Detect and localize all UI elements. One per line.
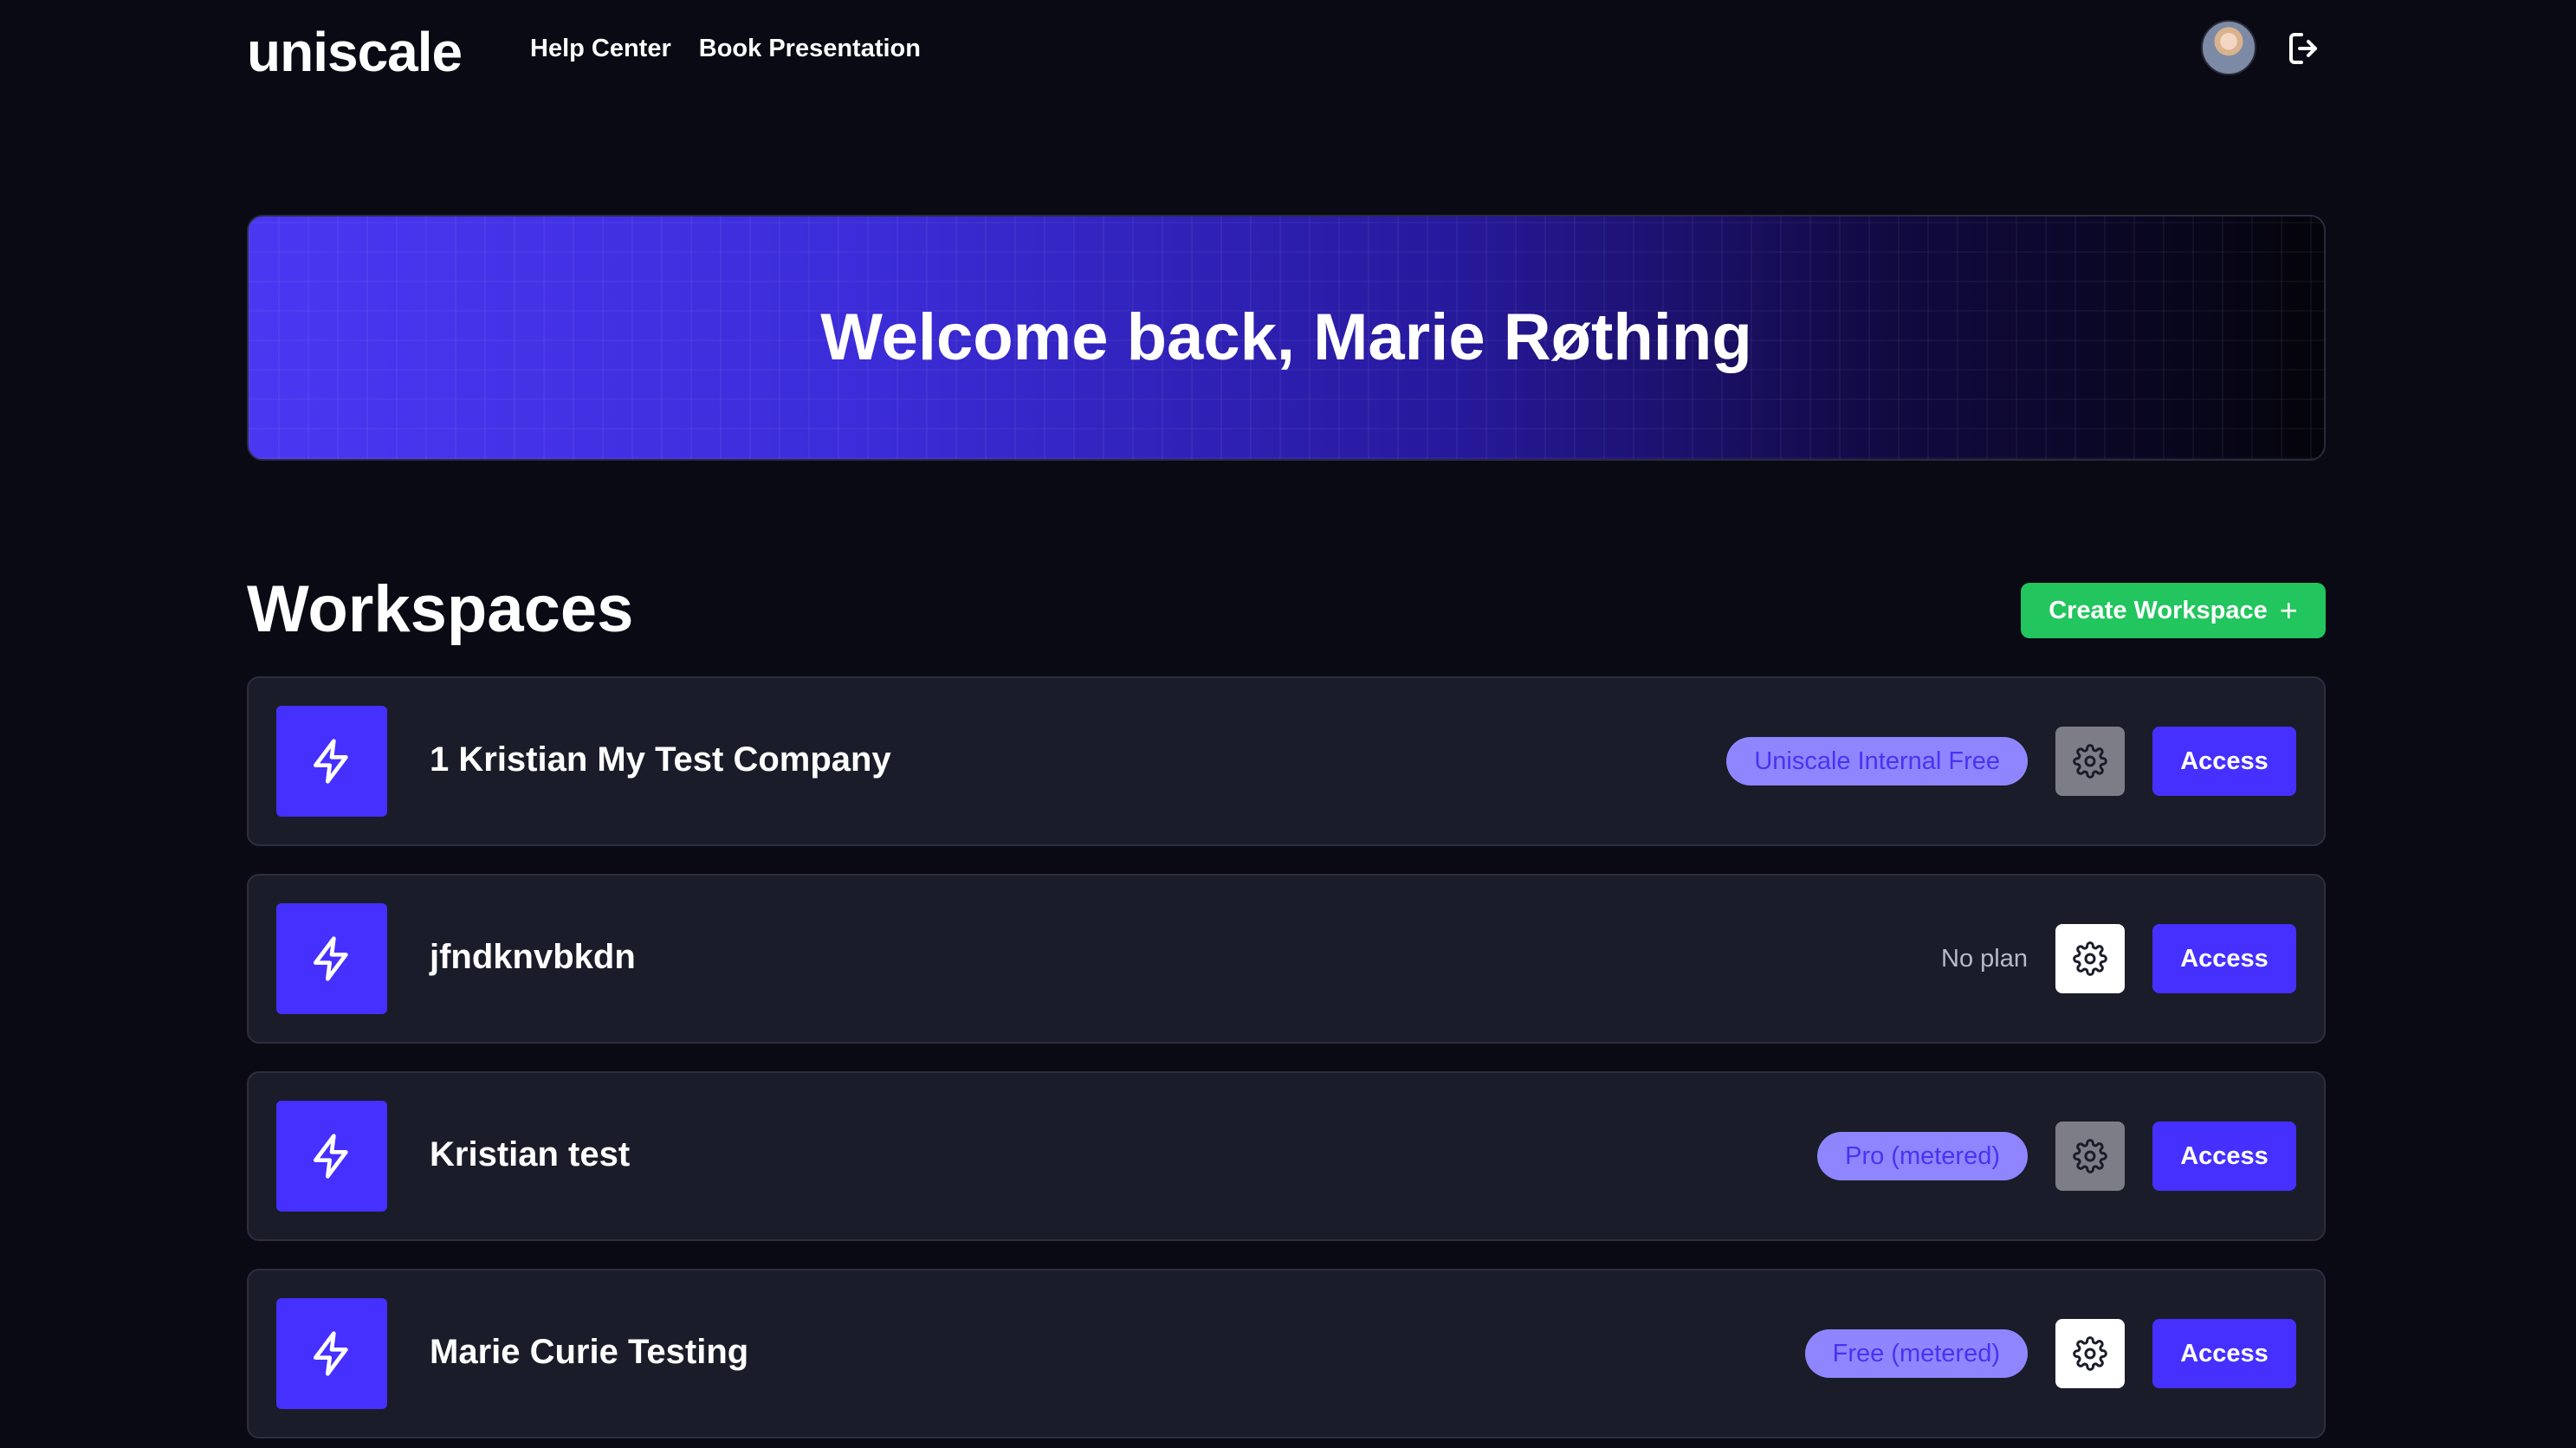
gear-icon	[2073, 1139, 2107, 1173]
welcome-title: Welcome back, Marie Røthing	[820, 301, 1752, 374]
workspace-name: 1 Kristian My Test Company	[430, 740, 891, 779]
welcome-banner: Welcome back, Marie Røthing	[247, 215, 2326, 461]
plan-badge: Pro (metered)	[1817, 1132, 2028, 1180]
create-workspace-label: Create Workspace	[2049, 596, 2268, 624]
gear-icon	[2073, 1336, 2107, 1371]
access-button[interactable]: Access	[2152, 1122, 2296, 1191]
workspace-settings-button[interactable]	[2055, 924, 2125, 993]
create-workspace-button[interactable]: Create Workspace +	[2021, 583, 2326, 638]
main-nav: Help Center Book Presentation	[530, 35, 921, 63]
plan-badge: Free (metered)	[1804, 1329, 2028, 1378]
help-center-link[interactable]: Help Center	[530, 35, 671, 63]
user-avatar[interactable]	[2201, 20, 2256, 75]
workspace-settings-button[interactable]	[2055, 1319, 2125, 1388]
workspaces-heading: Workspaces	[247, 572, 634, 646]
uniscale-logo[interactable]: uniscale	[247, 24, 463, 80]
workspace-row: jfndknvbkdn No plan Access	[247, 874, 2326, 1044]
lightning-icon	[276, 706, 387, 817]
book-presentation-link[interactable]: Book Presentation	[699, 35, 921, 63]
logout-icon[interactable]	[2284, 28, 2326, 69]
workspace-row: 1 Kristian My Test Company Uniscale Inte…	[247, 676, 2326, 846]
access-button[interactable]: Access	[2152, 727, 2296, 796]
lightning-icon	[276, 1101, 387, 1212]
workspace-settings-button[interactable]	[2055, 727, 2125, 796]
access-button[interactable]: Access	[2152, 924, 2296, 993]
plan-status: No plan	[1941, 944, 2028, 973]
workspace-name: jfndknvbkdn	[430, 938, 636, 976]
workspace-name: Marie Curie Testing	[430, 1333, 749, 1371]
lightning-icon	[276, 1298, 387, 1409]
gear-icon	[2073, 744, 2107, 779]
gear-icon	[2073, 941, 2107, 976]
workspace-name: Kristian test	[430, 1135, 631, 1173]
plan-badge: Uniscale Internal Free	[1726, 737, 2028, 785]
plus-icon: +	[2279, 592, 2298, 628]
workspace-row: Marie Curie Testing Free (metered) Acces…	[247, 1269, 2326, 1438]
workspace-actions: Pro (metered) Access	[1817, 1122, 2296, 1191]
access-button[interactable]: Access	[2152, 1319, 2296, 1388]
workspace-settings-button[interactable]	[2055, 1122, 2125, 1191]
page: uniscale Help Center Book Presentation W…	[0, 0, 2576, 1448]
lightning-icon	[276, 903, 387, 1014]
workspace-actions: Free (metered) Access	[1804, 1319, 2296, 1388]
workspace-row: Kristian test Pro (metered) Access	[247, 1071, 2326, 1241]
top-navigation: uniscale Help Center Book Presentation	[247, 16, 2326, 85]
workspace-actions: Uniscale Internal Free Access	[1726, 727, 2296, 796]
workspace-actions: No plan Access	[1941, 924, 2296, 993]
workspace-list: 1 Kristian My Test Company Uniscale Inte…	[247, 676, 2326, 1448]
